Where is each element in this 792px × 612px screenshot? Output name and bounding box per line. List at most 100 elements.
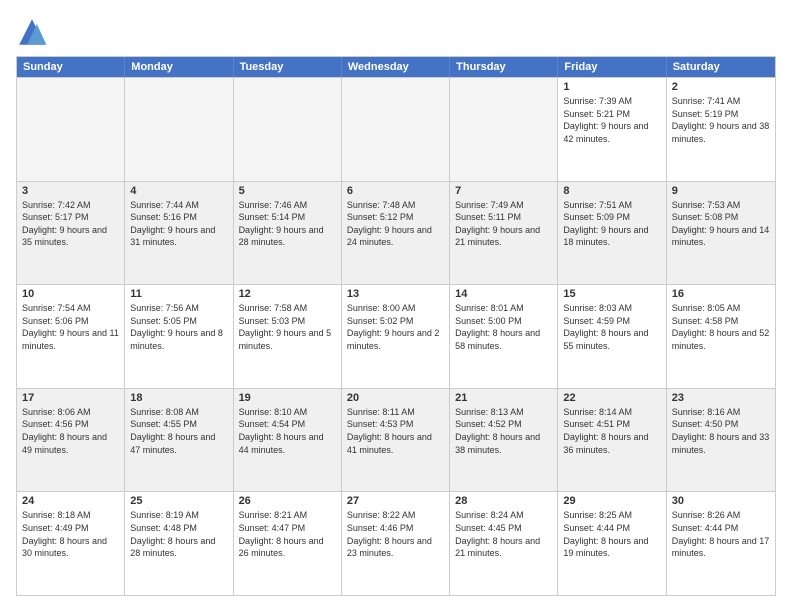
day-cell-2: 2 Sunrise: 7:41 AM Sunset: 5:19 PM Daylig… xyxy=(667,78,775,181)
day-number: 25 xyxy=(130,495,227,507)
day-info: Sunrise: 8:26 AM Sunset: 4:44 PM Dayligh… xyxy=(672,509,770,559)
day-cell-12: 12Sunrise: 7:58 AM Sunset: 5:03 PM Dayli… xyxy=(234,285,342,388)
day-number: 22 xyxy=(563,392,660,404)
day-number: 21 xyxy=(455,392,552,404)
day-number: 27 xyxy=(347,495,444,507)
day-number: 8 xyxy=(563,185,660,197)
header-day-friday: Friday xyxy=(558,57,666,77)
day-cell-29: 29 Sunrise: 8:25 AM Sunset: 4:44 PM Dayli… xyxy=(558,492,666,595)
day-number: 10 xyxy=(22,288,119,300)
day-cell-21: 21Sunrise: 8:13 AM Sunset: 4:52 PM Dayli… xyxy=(450,389,558,492)
day-info: Sunrise: 7:39 AM Sunset: 5:21 PM Dayligh… xyxy=(563,95,660,145)
day-cell-26: 26 Sunrise: 8:21 AM Sunset: 4:47 PM Dayli… xyxy=(234,492,342,595)
empty-cell xyxy=(450,78,558,181)
day-info: Sunrise: 8:16 AM Sunset: 4:50 PM Dayligh… xyxy=(672,406,770,456)
day-cell-5: 5 Sunrise: 7:46 AM Sunset: 5:14 PM Daylig… xyxy=(234,182,342,285)
day-cell-28: 28 Sunrise: 8:24 AM Sunset: 4:45 PM Dayli… xyxy=(450,492,558,595)
empty-cell xyxy=(125,78,233,181)
day-cell-1: 1 Sunrise: 7:39 AM Sunset: 5:21 PM Daylig… xyxy=(558,78,666,181)
logo-icon xyxy=(16,16,48,48)
logo xyxy=(16,16,52,48)
header-day-tuesday: Tuesday xyxy=(234,57,342,77)
day-number: 28 xyxy=(455,495,552,507)
day-number: 26 xyxy=(239,495,336,507)
day-info: Sunrise: 8:14 AM Sunset: 4:51 PM Dayligh… xyxy=(563,406,660,456)
day-cell-11: 11Sunrise: 7:56 AM Sunset: 5:05 PM Dayli… xyxy=(125,285,233,388)
day-info: Sunrise: 8:06 AM Sunset: 4:56 PM Dayligh… xyxy=(22,406,119,456)
day-number: 30 xyxy=(672,495,770,507)
day-info: Sunrise: 8:03 AM Sunset: 4:59 PM Dayligh… xyxy=(563,302,660,352)
day-number: 1 xyxy=(563,81,660,93)
day-number: 9 xyxy=(672,185,770,197)
day-number: 11 xyxy=(130,288,227,300)
day-info: Sunrise: 7:41 AM Sunset: 5:19 PM Dayligh… xyxy=(672,95,770,145)
day-info: Sunrise: 7:53 AM Sunset: 5:08 PM Dayligh… xyxy=(672,199,770,249)
calendar: SundayMondayTuesdayWednesdayThursdayFrid… xyxy=(16,56,776,596)
day-info: Sunrise: 7:46 AM Sunset: 5:14 PM Dayligh… xyxy=(239,199,336,249)
week-row-1: 1 Sunrise: 7:39 AM Sunset: 5:21 PM Daylig… xyxy=(17,77,775,181)
day-info: Sunrise: 7:49 AM Sunset: 5:11 PM Dayligh… xyxy=(455,199,552,249)
day-cell-23: 23 Sunrise: 8:16 AM Sunset: 4:50 PM Dayli… xyxy=(667,389,775,492)
empty-cell xyxy=(17,78,125,181)
day-number: 2 xyxy=(672,81,770,93)
day-cell-6: 6 Sunrise: 7:48 AM Sunset: 5:12 PM Daylig… xyxy=(342,182,450,285)
day-cell-4: 4 Sunrise: 7:44 AM Sunset: 5:16 PM Daylig… xyxy=(125,182,233,285)
day-cell-25: 25 Sunrise: 8:19 AM Sunset: 4:48 PM Dayli… xyxy=(125,492,233,595)
day-info: Sunrise: 8:01 AM Sunset: 5:00 PM Dayligh… xyxy=(455,302,552,352)
day-number: 18 xyxy=(130,392,227,404)
day-number: 5 xyxy=(239,185,336,197)
day-number: 13 xyxy=(347,288,444,300)
day-info: Sunrise: 8:10 AM Sunset: 4:54 PM Dayligh… xyxy=(239,406,336,456)
day-info: Sunrise: 8:25 AM Sunset: 4:44 PM Dayligh… xyxy=(563,509,660,559)
day-info: Sunrise: 8:18 AM Sunset: 4:49 PM Dayligh… xyxy=(22,509,119,559)
calendar-body: 1 Sunrise: 7:39 AM Sunset: 5:21 PM Daylig… xyxy=(17,77,775,595)
day-number: 19 xyxy=(239,392,336,404)
week-row-2: 3 Sunrise: 7:42 AM Sunset: 5:17 PM Daylig… xyxy=(17,181,775,285)
day-number: 3 xyxy=(22,185,119,197)
day-cell-13: 13Sunrise: 8:00 AM Sunset: 5:02 PM Dayli… xyxy=(342,285,450,388)
day-info: Sunrise: 8:21 AM Sunset: 4:47 PM Dayligh… xyxy=(239,509,336,559)
day-number: 16 xyxy=(672,288,770,300)
empty-cell xyxy=(342,78,450,181)
day-info: Sunrise: 8:11 AM Sunset: 4:53 PM Dayligh… xyxy=(347,406,444,456)
day-info: Sunrise: 7:54 AM Sunset: 5:06 PM Dayligh… xyxy=(22,302,119,352)
day-info: Sunrise: 8:08 AM Sunset: 4:55 PM Dayligh… xyxy=(130,406,227,456)
day-cell-24: 24 Sunrise: 8:18 AM Sunset: 4:49 PM Dayli… xyxy=(17,492,125,595)
header-day-wednesday: Wednesday xyxy=(342,57,450,77)
day-info: Sunrise: 8:19 AM Sunset: 4:48 PM Dayligh… xyxy=(130,509,227,559)
day-info: Sunrise: 7:51 AM Sunset: 5:09 PM Dayligh… xyxy=(563,199,660,249)
day-number: 6 xyxy=(347,185,444,197)
day-cell-30: 30 Sunrise: 8:26 AM Sunset: 4:44 PM Dayli… xyxy=(667,492,775,595)
week-row-3: 10 Sunrise: 7:54 AM Sunset: 5:06 PM Dayli… xyxy=(17,284,775,388)
day-info: Sunrise: 8:24 AM Sunset: 4:45 PM Dayligh… xyxy=(455,509,552,559)
week-row-5: 24 Sunrise: 8:18 AM Sunset: 4:49 PM Dayli… xyxy=(17,491,775,595)
day-number: 23 xyxy=(672,392,770,404)
day-info: Sunrise: 7:42 AM Sunset: 5:17 PM Dayligh… xyxy=(22,199,119,249)
day-number: 4 xyxy=(130,185,227,197)
day-number: 15 xyxy=(563,288,660,300)
day-cell-10: 10 Sunrise: 7:54 AM Sunset: 5:06 PM Dayli… xyxy=(17,285,125,388)
day-cell-9: 9 Sunrise: 7:53 AM Sunset: 5:08 PM Daylig… xyxy=(667,182,775,285)
day-number: 20 xyxy=(347,392,444,404)
header-day-sunday: Sunday xyxy=(17,57,125,77)
day-number: 29 xyxy=(563,495,660,507)
header-day-thursday: Thursday xyxy=(450,57,558,77)
header xyxy=(16,16,776,48)
header-day-monday: Monday xyxy=(125,57,233,77)
day-cell-7: 7Sunrise: 7:49 AM Sunset: 5:11 PM Daylig… xyxy=(450,182,558,285)
week-row-4: 17Sunrise: 8:06 AM Sunset: 4:56 PM Dayli… xyxy=(17,388,775,492)
day-info: Sunrise: 7:48 AM Sunset: 5:12 PM Dayligh… xyxy=(347,199,444,249)
day-cell-19: 19 Sunrise: 8:10 AM Sunset: 4:54 PM Dayli… xyxy=(234,389,342,492)
day-cell-8: 8 Sunrise: 7:51 AM Sunset: 5:09 PM Daylig… xyxy=(558,182,666,285)
day-info: Sunrise: 7:44 AM Sunset: 5:16 PM Dayligh… xyxy=(130,199,227,249)
day-info: Sunrise: 8:22 AM Sunset: 4:46 PM Dayligh… xyxy=(347,509,444,559)
day-cell-15: 15 Sunrise: 8:03 AM Sunset: 4:59 PM Dayli… xyxy=(558,285,666,388)
empty-cell xyxy=(234,78,342,181)
calendar-header: SundayMondayTuesdayWednesdayThursdayFrid… xyxy=(17,57,775,77)
page: SundayMondayTuesdayWednesdayThursdayFrid… xyxy=(0,0,792,612)
day-cell-16: 16Sunrise: 8:05 AM Sunset: 4:58 PM Dayli… xyxy=(667,285,775,388)
day-cell-27: 27 Sunrise: 8:22 AM Sunset: 4:46 PM Dayli… xyxy=(342,492,450,595)
day-number: 12 xyxy=(239,288,336,300)
day-number: 24 xyxy=(22,495,119,507)
day-cell-14: 14Sunrise: 8:01 AM Sunset: 5:00 PM Dayli… xyxy=(450,285,558,388)
